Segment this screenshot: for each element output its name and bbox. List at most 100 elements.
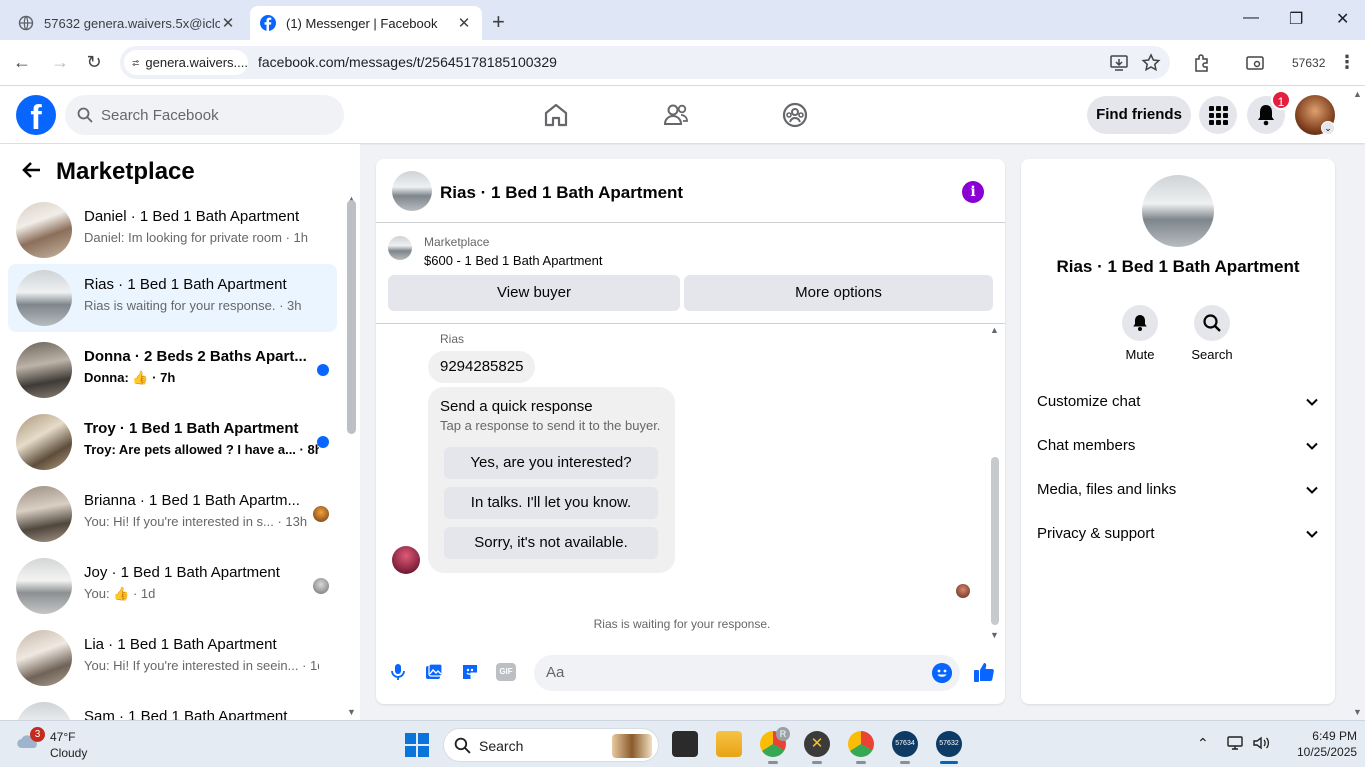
- file-explorer-icon[interactable]: [716, 731, 742, 757]
- quick-response-in-talks[interactable]: In talks. I'll let you know.: [444, 487, 658, 519]
- emoji-icon[interactable]: [932, 663, 952, 683]
- ix-app-icon[interactable]: ✕: [804, 731, 830, 757]
- back-icon[interactable]: ←: [12, 52, 32, 72]
- taskbar-clock[interactable]: 6:49 PM 10/25/2025: [1297, 729, 1357, 759]
- bookmark-star-icon[interactable]: [1141, 53, 1161, 73]
- view-buyer-button[interactable]: View buyer: [388, 275, 680, 311]
- network-icon[interactable]: [1227, 735, 1245, 751]
- conversation-item[interactable]: Troy · 1 Bed 1 Bath Apartment Troy: Are …: [8, 408, 337, 476]
- chevron-down-icon[interactable]: ⌄: [1321, 121, 1335, 135]
- sticker-icon[interactable]: [460, 662, 480, 682]
- listing-thumbnail: [388, 236, 412, 260]
- customize-chat-section[interactable]: Customize chat: [1037, 393, 1319, 417]
- conversation-preview: Rias is waiting for your response. · 3h: [84, 298, 302, 313]
- media-files-links-section[interactable]: Media, files and links: [1037, 481, 1319, 505]
- scroll-down-arrow[interactable]: ▼: [347, 707, 356, 717]
- volume-icon[interactable]: [1252, 735, 1270, 751]
- facebook-search-input[interactable]: [101, 106, 321, 124]
- app-57634-icon[interactable]: 57634: [892, 731, 918, 757]
- friends-icon[interactable]: [662, 101, 690, 129]
- tab-messenger[interactable]: (1) Messenger | Facebook ✕: [250, 6, 482, 40]
- privacy-support-section[interactable]: Privacy & support: [1037, 525, 1319, 549]
- conversation-item[interactable]: Lia · 1 Bed 1 Bath Apartment You: Hi! If…: [8, 624, 337, 692]
- site-info-chip[interactable]: genera.waivers....: [124, 50, 248, 75]
- taskbar-search[interactable]: Search: [443, 728, 659, 762]
- tab-search-icon[interactable]: [1245, 53, 1265, 73]
- address-bar[interactable]: genera.waivers.... facebook.com/messages…: [120, 46, 1170, 79]
- microphone-icon[interactable]: [388, 662, 408, 682]
- conversation-item-selected[interactable]: Rias · 1 Bed 1 Bath Apartment Rias is wa…: [8, 264, 337, 332]
- chat-avatar[interactable]: [392, 171, 432, 211]
- thumbs-up-icon[interactable]: [972, 660, 996, 684]
- mute-label: Mute: [1125, 347, 1155, 362]
- new-tab-icon[interactable]: +: [492, 9, 505, 35]
- page-scroll-down-arrow[interactable]: ▼: [1353, 707, 1362, 717]
- install-app-icon[interactable]: [1109, 53, 1129, 73]
- close-window-icon[interactable]: ✕: [1336, 9, 1349, 29]
- conversation-name: Joy · 1 Bed 1 Bath Apartment: [84, 564, 280, 581]
- conversation-item[interactable]: Joy · 1 Bed 1 Bath Apartment You: 👍 · 1d: [8, 552, 337, 620]
- message-input-box[interactable]: [534, 655, 960, 691]
- info-icon[interactable]: i: [962, 181, 984, 203]
- conversation-name: Troy · 1 Bed 1 Bath Apartment: [84, 420, 299, 437]
- more-options-button[interactable]: More options: [684, 275, 993, 311]
- menu-button[interactable]: [1199, 96, 1237, 134]
- app-57632-icon[interactable]: 57632: [936, 731, 962, 757]
- close-tab-icon[interactable]: ✕: [456, 14, 472, 32]
- gif-icon[interactable]: GIF: [496, 663, 516, 681]
- weather-description[interactable]: Cloudy: [50, 746, 87, 760]
- menu-kebab-icon[interactable]: ⋮: [1337, 52, 1357, 72]
- chrome-icon[interactable]: [848, 731, 874, 757]
- reload-icon[interactable]: ↻: [84, 52, 104, 72]
- chat-header: Rias · 1 Bed 1 Bath Apartment i: [376, 159, 1005, 223]
- conversation-preview: You: Hi! If you're interested in s... · …: [84, 514, 308, 529]
- conversation-preview: You: Hi! If you're interested in seein..…: [84, 658, 319, 673]
- chat-scrollbar[interactable]: [991, 457, 999, 625]
- close-tab-icon[interactable]: ✕: [220, 14, 236, 32]
- scroll-down-arrow[interactable]: ▼: [990, 630, 999, 640]
- terminal-app-icon[interactable]: [672, 731, 698, 757]
- weather-temperature[interactable]: 47°F: [50, 730, 75, 744]
- quick-response-yes[interactable]: Yes, are you interested?: [444, 447, 658, 479]
- facebook-logo[interactable]: f: [16, 95, 56, 135]
- conversation-item[interactable]: Brianna · 1 Bed 1 Bath Apartm... You: Hi…: [8, 480, 337, 548]
- photo-icon[interactable]: [424, 662, 444, 682]
- extensions-icon[interactable]: [1192, 53, 1212, 73]
- seen-avatar: [313, 578, 329, 594]
- search-in-chat-button[interactable]: Search: [1182, 305, 1242, 362]
- tab-icloud[interactable]: 57632 genera.waivers.5x@icloud ✕: [8, 6, 246, 40]
- groups-icon[interactable]: [781, 101, 809, 129]
- windows-start-icon[interactable]: [405, 733, 429, 757]
- sender-avatar[interactable]: [392, 546, 420, 574]
- quick-response-not-available[interactable]: Sorry, it's not available.: [444, 527, 658, 559]
- url-text[interactable]: facebook.com/messages/t/2564517818510032…: [258, 54, 557, 70]
- conversation-item[interactable]: Daniel · 1 Bed 1 Bath Apartment Daniel: …: [8, 196, 337, 264]
- show-hidden-icons-chevron-up-icon[interactable]: ⌃: [1197, 735, 1209, 752]
- app-active-indicator: [940, 761, 958, 764]
- page-scroll-up-arrow[interactable]: ▲: [1353, 89, 1362, 99]
- minimize-icon[interactable]: —: [1243, 9, 1259, 27]
- chat-members-section[interactable]: Chat members: [1037, 437, 1319, 461]
- app-running-indicator: [768, 761, 778, 764]
- message-bubble[interactable]: 9294285825: [428, 351, 536, 383]
- seen-avatar: [956, 584, 970, 598]
- facebook-search-box[interactable]: [65, 95, 344, 135]
- back-arrow-icon[interactable]: [22, 160, 42, 180]
- forward-icon[interactable]: →: [50, 52, 70, 72]
- quick-response-title: Send a quick response: [440, 398, 593, 415]
- conversation-name: Donna · 2 Beds 2 Baths Apart...: [84, 348, 307, 365]
- message-input[interactable]: [546, 664, 916, 681]
- home-icon[interactable]: [542, 101, 570, 129]
- sidebar-scrollbar[interactable]: [347, 200, 356, 434]
- listing-title[interactable]: $600 - 1 Bed 1 Bath Apartment: [424, 253, 603, 268]
- browser-toolbar: ← → ↻ genera.waivers.... facebook.com/me…: [0, 40, 1365, 86]
- conversation-item[interactable]: Sam · 1 Bed 1 Bath Apartment: [8, 696, 337, 720]
- restore-icon[interactable]: ❐: [1289, 9, 1303, 29]
- find-friends-button[interactable]: Find friends: [1087, 96, 1191, 134]
- profile-button[interactable]: 57632: [1292, 56, 1325, 70]
- conversation-item[interactable]: Donna · 2 Beds 2 Baths Apart... Donna: 👍…: [8, 336, 337, 404]
- contact-avatar[interactable]: [1142, 175, 1214, 247]
- mute-button[interactable]: Mute: [1110, 305, 1170, 362]
- chat-title[interactable]: Rias · 1 Bed 1 Bath Apartment: [440, 183, 683, 203]
- scroll-up-arrow[interactable]: ▲: [990, 325, 999, 335]
